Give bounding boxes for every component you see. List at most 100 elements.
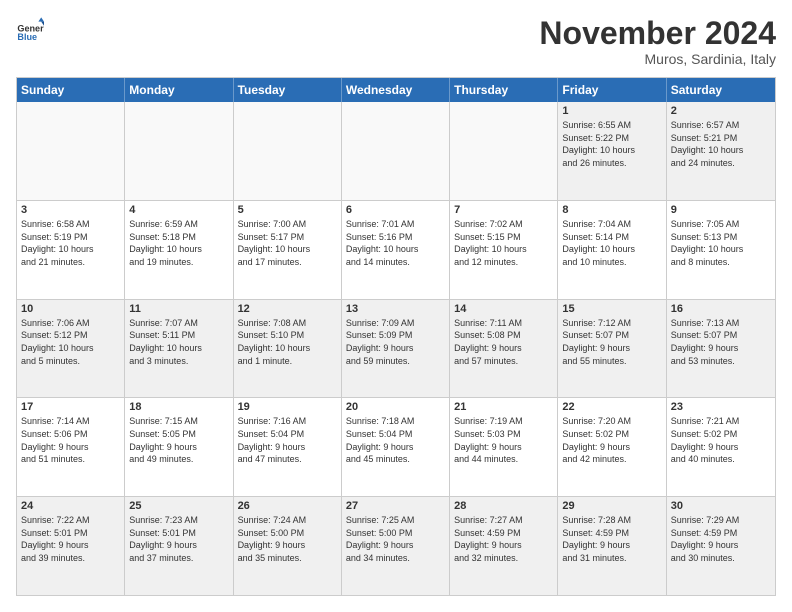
day-info: Sunrise: 7:16 AM Sunset: 5:04 PM Dayligh… [238,415,337,465]
calendar-cell: 26 Sunrise: 7:24 AM Sunset: 5:00 PM Dayli… [234,497,342,595]
day-number: 30 [671,500,771,512]
calendar-cell: 16 Sunrise: 7:13 AM Sunset: 5:07 PM Dayli… [667,300,775,398]
day-number: 25 [129,500,228,512]
weekday-header: Friday [558,78,666,102]
calendar-row: 3 Sunrise: 6:58 AM Sunset: 5:19 PM Daylig… [17,201,775,300]
calendar-cell [234,102,342,200]
location: Muros, Sardinia, Italy [539,51,776,67]
day-info: Sunrise: 7:12 AM Sunset: 5:07 PM Dayligh… [562,317,661,367]
day-number: 6 [346,204,445,216]
title-block: November 2024 Muros, Sardinia, Italy [539,16,776,67]
day-number: 14 [454,303,553,315]
day-info: Sunrise: 7:15 AM Sunset: 5:05 PM Dayligh… [129,415,228,465]
calendar-cell [450,102,558,200]
page-header: General Blue November 2024 Muros, Sardin… [16,16,776,67]
calendar-cell: 27 Sunrise: 7:25 AM Sunset: 5:00 PM Dayli… [342,497,450,595]
calendar-cell: 4Sunrise: 6:59 AM Sunset: 5:18 PM Daylig… [125,201,233,299]
day-info: Sunrise: 7:06 AM Sunset: 5:12 PM Dayligh… [21,317,120,367]
day-number: 20 [346,401,445,413]
calendar-cell: 23Sunrise: 7:21 AM Sunset: 5:02 PM Dayli… [667,398,775,496]
day-info: Sunrise: 7:29 AM Sunset: 4:59 PM Dayligh… [671,514,771,564]
calendar-cell: 22 Sunrise: 7:20 AM Sunset: 5:02 PM Dayli… [558,398,666,496]
calendar-cell: 25 Sunrise: 7:23 AM Sunset: 5:01 PM Dayli… [125,497,233,595]
day-info: Sunrise: 7:24 AM Sunset: 5:00 PM Dayligh… [238,514,337,564]
day-info: Sunrise: 6:58 AM Sunset: 5:19 PM Dayligh… [21,218,120,268]
calendar-cell: 10 Sunrise: 7:06 AM Sunset: 5:12 PM Dayli… [17,300,125,398]
day-info: Sunrise: 7:20 AM Sunset: 5:02 PM Dayligh… [562,415,661,465]
day-number: 9 [671,204,771,216]
logo-icon: General Blue [16,16,44,44]
calendar-cell [342,102,450,200]
day-number: 13 [346,303,445,315]
calendar-cell: 3 Sunrise: 6:58 AM Sunset: 5:19 PM Daylig… [17,201,125,299]
day-info: Sunrise: 7:07 AM Sunset: 5:11 PM Dayligh… [129,317,228,367]
day-info: Sunrise: 7:02 AM Sunset: 5:15 PM Dayligh… [454,218,553,268]
day-number: 15 [562,303,661,315]
day-number: 23 [671,401,771,413]
calendar-row: 24Sunrise: 7:22 AM Sunset: 5:01 PM Dayli… [17,497,775,595]
calendar-row: 17 Sunrise: 7:14 AM Sunset: 5:06 PM Dayli… [17,398,775,497]
day-number: 28 [454,500,553,512]
weekday-header: Saturday [667,78,775,102]
calendar-row: 10 Sunrise: 7:06 AM Sunset: 5:12 PM Dayli… [17,300,775,399]
day-number: 24 [21,500,120,512]
day-info: Sunrise: 7:23 AM Sunset: 5:01 PM Dayligh… [129,514,228,564]
calendar-cell: 11 Sunrise: 7:07 AM Sunset: 5:11 PM Dayli… [125,300,233,398]
day-info: Sunrise: 7:13 AM Sunset: 5:07 PM Dayligh… [671,317,771,367]
weekday-header: Thursday [450,78,558,102]
calendar-cell: 24Sunrise: 7:22 AM Sunset: 5:01 PM Dayli… [17,497,125,595]
day-number: 7 [454,204,553,216]
day-number: 27 [346,500,445,512]
day-number: 29 [562,500,661,512]
day-info: Sunrise: 7:18 AM Sunset: 5:04 PM Dayligh… [346,415,445,465]
day-number: 22 [562,401,661,413]
calendar-cell: 6 Sunrise: 7:01 AM Sunset: 5:16 PM Daylig… [342,201,450,299]
day-number: 26 [238,500,337,512]
weekday-header: Monday [125,78,233,102]
day-info: Sunrise: 7:08 AM Sunset: 5:10 PM Dayligh… [238,317,337,367]
day-info: Sunrise: 7:25 AM Sunset: 5:00 PM Dayligh… [346,514,445,564]
calendar-cell: 13 Sunrise: 7:09 AM Sunset: 5:09 PM Dayli… [342,300,450,398]
day-number: 21 [454,401,553,413]
calendar-cell: 1Sunrise: 6:55 AM Sunset: 5:22 PM Daylig… [558,102,666,200]
weekday-header: Tuesday [234,78,342,102]
day-info: Sunrise: 7:11 AM Sunset: 5:08 PM Dayligh… [454,317,553,367]
day-info: Sunrise: 7:09 AM Sunset: 5:09 PM Dayligh… [346,317,445,367]
calendar-row: 1Sunrise: 6:55 AM Sunset: 5:22 PM Daylig… [17,102,775,201]
calendar-cell: 30 Sunrise: 7:29 AM Sunset: 4:59 PM Dayli… [667,497,775,595]
calendar: SundayMondayTuesdayWednesdayThursdayFrid… [16,77,776,596]
calendar-cell: 9 Sunrise: 7:05 AM Sunset: 5:13 PM Daylig… [667,201,775,299]
calendar-header: SundayMondayTuesdayWednesdayThursdayFrid… [17,78,775,102]
calendar-cell: 18Sunrise: 7:15 AM Sunset: 5:05 PM Dayli… [125,398,233,496]
day-number: 1 [562,105,661,117]
day-info: Sunrise: 7:00 AM Sunset: 5:17 PM Dayligh… [238,218,337,268]
logo: General Blue [16,16,44,44]
calendar-cell [125,102,233,200]
calendar-cell: 29 Sunrise: 7:28 AM Sunset: 4:59 PM Dayli… [558,497,666,595]
calendar-cell: 15 Sunrise: 7:12 AM Sunset: 5:07 PM Dayli… [558,300,666,398]
day-number: 11 [129,303,228,315]
day-number: 3 [21,204,120,216]
day-number: 5 [238,204,337,216]
calendar-cell: 12Sunrise: 7:08 AM Sunset: 5:10 PM Dayli… [234,300,342,398]
calendar-cell: 2Sunrise: 6:57 AM Sunset: 5:21 PM Daylig… [667,102,775,200]
day-number: 17 [21,401,120,413]
day-number: 16 [671,303,771,315]
calendar-cell: 8Sunrise: 7:04 AM Sunset: 5:14 PM Daylig… [558,201,666,299]
day-info: Sunrise: 7:01 AM Sunset: 5:16 PM Dayligh… [346,218,445,268]
day-info: Sunrise: 6:59 AM Sunset: 5:18 PM Dayligh… [129,218,228,268]
calendar-cell [17,102,125,200]
day-info: Sunrise: 7:28 AM Sunset: 4:59 PM Dayligh… [562,514,661,564]
day-info: Sunrise: 7:14 AM Sunset: 5:06 PM Dayligh… [21,415,120,465]
calendar-cell: 7 Sunrise: 7:02 AM Sunset: 5:15 PM Daylig… [450,201,558,299]
day-number: 10 [21,303,120,315]
calendar-cell: 21 Sunrise: 7:19 AM Sunset: 5:03 PM Dayli… [450,398,558,496]
day-number: 8 [562,204,661,216]
calendar-cell: 14 Sunrise: 7:11 AM Sunset: 5:08 PM Dayli… [450,300,558,398]
day-info: Sunrise: 7:19 AM Sunset: 5:03 PM Dayligh… [454,415,553,465]
calendar-cell: 28Sunrise: 7:27 AM Sunset: 4:59 PM Dayli… [450,497,558,595]
calendar-cell: 19Sunrise: 7:16 AM Sunset: 5:04 PM Dayli… [234,398,342,496]
calendar-cell: 20 Sunrise: 7:18 AM Sunset: 5:04 PM Dayli… [342,398,450,496]
day-info: Sunrise: 7:05 AM Sunset: 5:13 PM Dayligh… [671,218,771,268]
day-info: Sunrise: 6:57 AM Sunset: 5:21 PM Dayligh… [671,119,771,169]
